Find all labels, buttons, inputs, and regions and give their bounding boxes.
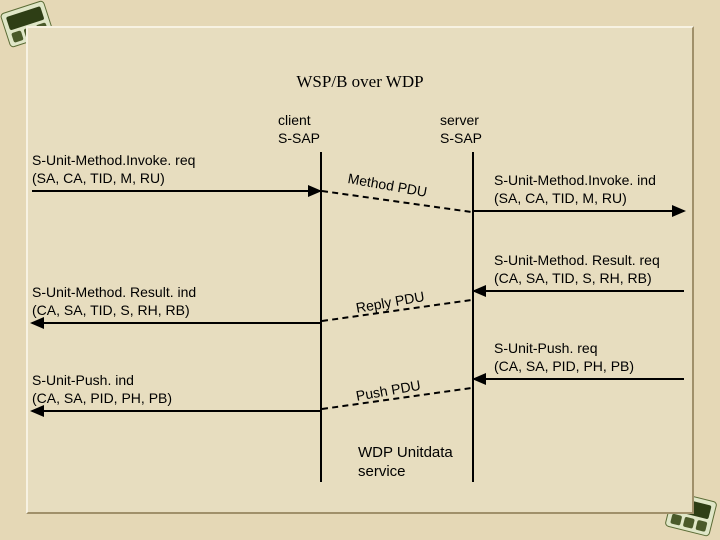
server-sap-label: server S-SAP	[440, 112, 482, 147]
result-req-label: S-Unit-Method. Result. req (CA, SA, TID,…	[494, 252, 660, 287]
push-req-arrow	[474, 378, 684, 380]
client-sap-label: client S-SAP	[278, 112, 320, 147]
invoke-ind-arrow	[474, 210, 684, 212]
invoke-req-label: S-Unit-Method.Invoke. req (SA, CA, TID, …	[32, 152, 195, 187]
invoke-req-arrow	[32, 190, 320, 192]
result-ind-label: S-Unit-Method. Result. ind (CA, SA, TID,…	[32, 284, 196, 319]
result-ind-arrow	[32, 322, 320, 324]
push-ind-arrow	[32, 410, 320, 412]
diagram-title: WSP/B over WDP	[0, 72, 720, 92]
result-req-arrow	[474, 290, 684, 292]
server-lifeline	[472, 152, 474, 482]
push-req-label: S-Unit-Push. req (CA, SA, PID, PH, PB)	[494, 340, 634, 375]
wdp-service-label: WDP Unitdata service	[358, 444, 453, 482]
push-ind-label: S-Unit-Push. ind (CA, SA, PID, PH, PB)	[32, 372, 172, 407]
client-lifeline	[320, 152, 322, 482]
invoke-ind-label: S-Unit-Method.Invoke. ind (SA, CA, TID, …	[494, 172, 656, 207]
